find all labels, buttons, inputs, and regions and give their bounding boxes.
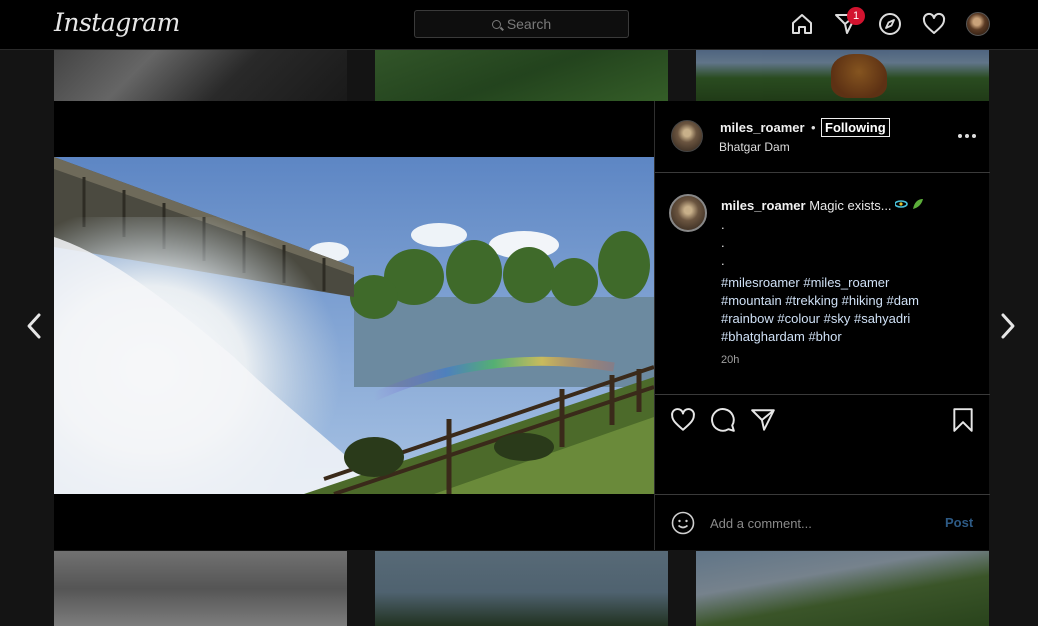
instagram-page: Instagram Search 1 miles_roamer • Follow… bbox=[0, 0, 1038, 626]
post-location[interactable]: Bhatgar Dam bbox=[719, 140, 790, 154]
post-side-panel: miles_roamer • Following Bhatgar Dam mil… bbox=[654, 101, 990, 550]
grid-photo[interactable] bbox=[54, 551, 347, 626]
activity-heart-icon[interactable] bbox=[922, 12, 946, 36]
emoji-icons bbox=[894, 197, 925, 216]
top-navigation: Instagram Search 1 bbox=[0, 0, 1038, 50]
author-username[interactable]: miles_roamer bbox=[720, 120, 805, 135]
caption-text-block: miles_roamer Magic exists... . . . #mile… bbox=[721, 197, 976, 346]
post-media bbox=[54, 101, 654, 550]
emoji-icon[interactable] bbox=[671, 511, 695, 535]
post-header: miles_roamer • Following Bhatgar Dam bbox=[655, 101, 990, 173]
caption-dot-line: . bbox=[721, 235, 725, 251]
caption-dot-line: . bbox=[721, 217, 725, 233]
instagram-logo[interactable]: Instagram bbox=[54, 8, 180, 37]
notification-badge: 1 bbox=[847, 7, 865, 25]
share-icon[interactable] bbox=[750, 407, 776, 433]
hashtags-line[interactable]: #mountain #trekking #hiking #dam bbox=[721, 292, 976, 310]
hashtags-line[interactable]: #milesroamer #miles_roamer bbox=[721, 274, 976, 292]
grid-photo[interactable] bbox=[54, 50, 347, 101]
grid-photo[interactable] bbox=[375, 50, 668, 101]
grid-photo[interactable] bbox=[375, 551, 668, 626]
like-icon[interactable] bbox=[670, 407, 696, 433]
hashtags-line[interactable]: #bhatghardam #bhor bbox=[721, 328, 976, 346]
search-bar[interactable]: Search bbox=[414, 10, 629, 38]
post-comment-button[interactable]: Post bbox=[945, 515, 973, 530]
post-modal: miles_roamer • Following Bhatgar Dam mil… bbox=[54, 101, 990, 550]
caption-username[interactable]: miles_roamer bbox=[721, 198, 806, 213]
caption-text: Magic exists... bbox=[809, 198, 892, 213]
search-placeholder: Search bbox=[506, 16, 552, 32]
save-icon[interactable] bbox=[950, 407, 976, 433]
profile-avatar[interactable] bbox=[966, 12, 990, 36]
header-separator: • bbox=[811, 120, 816, 135]
grid-photo[interactable] bbox=[696, 551, 989, 626]
comment-icon[interactable] bbox=[710, 407, 736, 433]
hashtags-line[interactable]: #rainbow #colour #sky #sahyadri bbox=[721, 310, 976, 328]
post-actions bbox=[655, 395, 990, 495]
author-avatar[interactable] bbox=[671, 120, 703, 152]
add-comment-bar: Post bbox=[655, 495, 990, 550]
grid-photo[interactable] bbox=[696, 50, 989, 101]
post-photo[interactable] bbox=[54, 157, 654, 494]
chevron-left-icon[interactable] bbox=[26, 312, 42, 340]
more-options-icon[interactable] bbox=[958, 134, 976, 138]
post-timestamp[interactable]: 20h bbox=[721, 354, 739, 366]
caption-dot-line: . bbox=[721, 253, 725, 269]
chevron-right-icon[interactable] bbox=[1000, 312, 1016, 340]
following-button[interactable]: Following bbox=[821, 118, 890, 137]
home-icon[interactable] bbox=[790, 12, 814, 36]
explore-icon[interactable] bbox=[878, 12, 902, 36]
comment-input[interactable] bbox=[710, 513, 930, 533]
search-icon bbox=[491, 19, 501, 29]
post-caption: miles_roamer Magic exists... . . . #mile… bbox=[655, 173, 990, 395]
caption-avatar[interactable] bbox=[669, 194, 707, 232]
